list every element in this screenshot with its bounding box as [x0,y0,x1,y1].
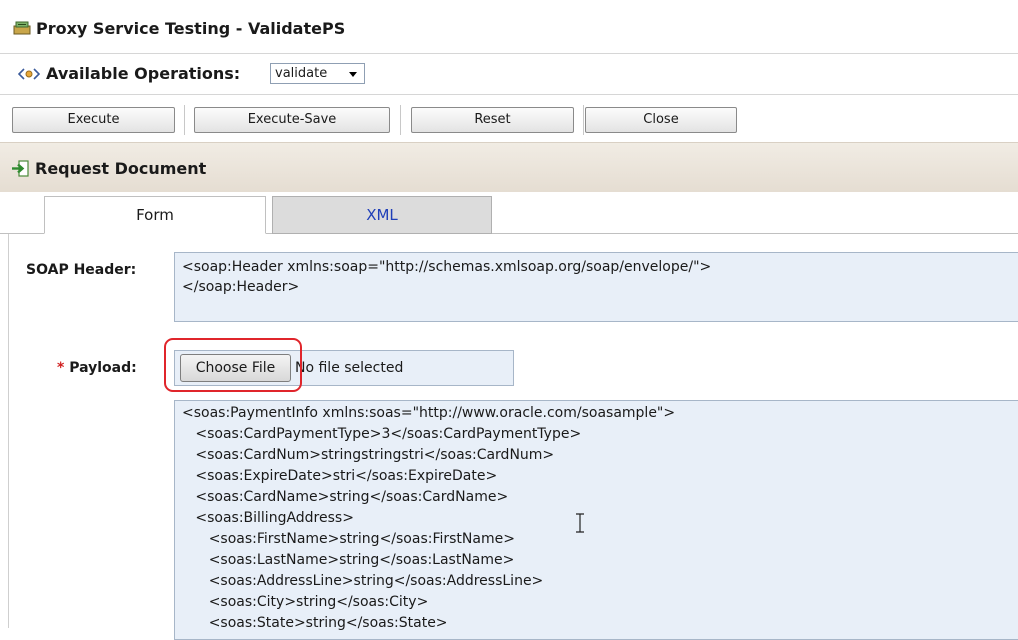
divider [8,234,9,628]
soap-header-line: <soap:Header xmlns:soap="http://schemas.… [182,259,712,275]
operation-select[interactable]: validate [270,63,365,84]
tab-form[interactable]: Form [44,196,266,234]
payload-label: * Payload: [57,360,137,376]
close-button[interactable]: Close [585,107,737,133]
payload-line: <soas:BillingAddress> [182,510,354,526]
operation-select-value: validate [275,66,328,81]
payload-line: <soas:LastName>string</soas:LastName> [182,552,515,568]
payload-line: <soas:CardNum>stringstringstri</soas:Car… [182,447,555,463]
payload-line: <soas:AddressLine>string</soas:AddressLi… [182,573,544,589]
payload-textarea[interactable]: <soas:PaymentInfo xmlns:soas="http://www… [174,400,1018,640]
toolbar-separator [400,105,401,135]
operations-icon [17,68,41,84]
payload-line: <soas:City>string</soas:City> [182,594,429,610]
payload-label-text: Payload: [69,360,137,376]
tab-xml[interactable]: XML [272,196,492,234]
no-file-label: No file selected [295,360,404,376]
form-content: SOAP Header: <soap:Header xmlns:soap="ht… [0,234,1018,640]
soap-header-label: SOAP Header: [26,262,137,278]
payload-line: <soas:ExpireDate>stri</soas:ExpireDate> [182,468,498,484]
payload-line: <soas:FirstName>string</soas:FirstName> [182,531,515,547]
payload-line: <soas:State>string</soas:State> [182,615,448,631]
payload-line: <soas:PaymentInfo xmlns:soas="http://www… [182,405,676,421]
operations-label: Available Operations: [46,64,241,83]
soap-header-textarea[interactable]: <soap:Header xmlns:soap="http://schemas.… [174,252,1018,322]
toolbar-separator [184,105,185,135]
text-cursor-icon [575,513,585,537]
execute-button[interactable]: Execute [12,107,175,133]
proxy-service-icon [13,21,31,39]
required-marker: * [57,360,65,376]
page-title: Proxy Service Testing - ValidatePS [36,19,346,38]
title-bar: Proxy Service Testing - ValidatePS [0,0,1018,54]
reset-button[interactable]: Reset [411,107,574,133]
chevron-down-icon [349,72,357,77]
request-document-header: Request Document [0,142,1018,192]
execute-save-button[interactable]: Execute-Save [194,107,390,133]
payload-line: <soas:CardName>string</soas:CardName> [182,489,509,505]
toolbar-separator [583,105,584,135]
highlight-annotation [164,338,302,392]
action-toolbar: Execute Execute-Save Reset Close [0,96,1018,142]
soap-header-line: </soap:Header> [182,279,300,295]
operations-bar: Available Operations: validate [0,55,1018,95]
section-title: Request Document [35,159,207,178]
payload-line: <soas:CardPaymentType>3</soas:CardPaymen… [182,426,582,442]
tab-bar: Form XML [0,192,1018,234]
arrow-in-icon [11,160,29,181]
